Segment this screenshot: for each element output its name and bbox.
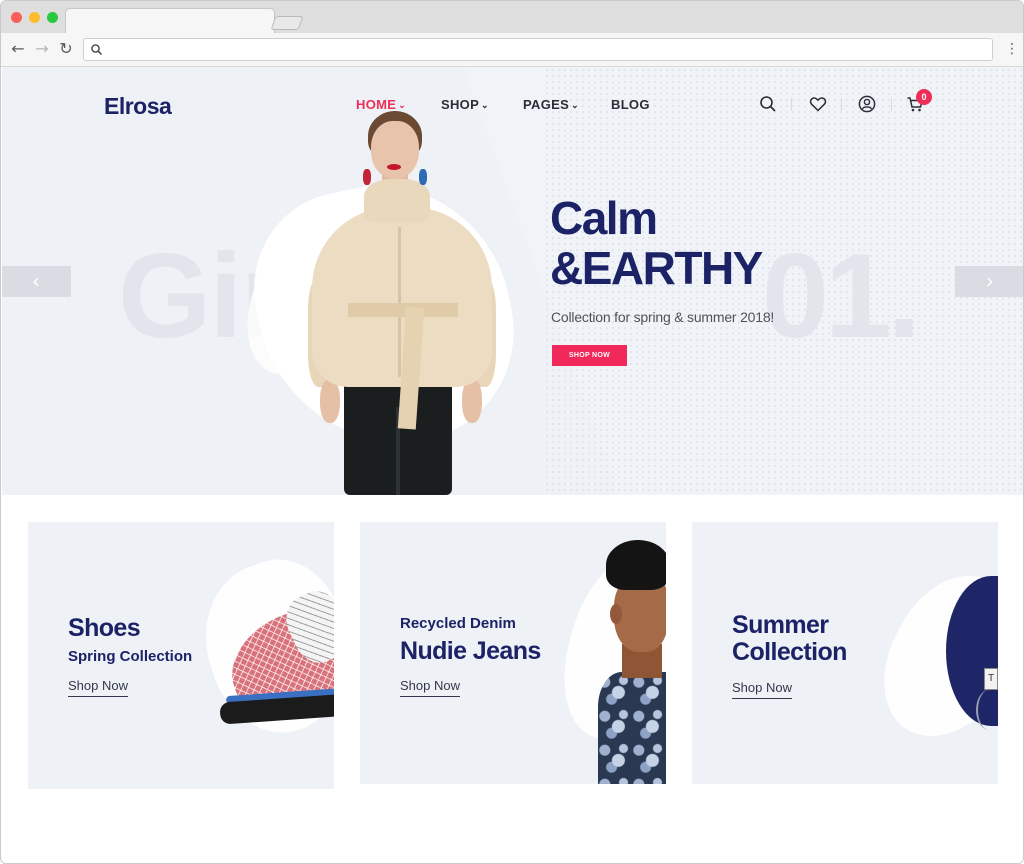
forward-arrow-icon[interactable]: → [33,40,51,58]
nav-label: SHOP [441,97,480,112]
banner-summer[interactable]: T Summer Collection Shop Now [692,522,998,784]
browser-toolbar: ← → ↻ ⋮ [1,33,1023,67]
model-ear [610,604,622,624]
banner-title: Shoes [68,614,141,642]
next-slide-button[interactable]: › [955,266,1023,297]
address-bar[interactable] [83,38,993,61]
shop-now-link[interactable]: Shop Now [732,680,792,699]
back-arrow-icon[interactable]: ← [9,40,27,58]
chevron-down-icon: ⌄ [398,100,407,110]
close-window-button[interactable] [11,12,22,23]
heart-icon[interactable] [809,95,827,113]
hero-title: Calm &EARTHY [550,192,763,294]
banner-overline: Recycled Denim [400,615,516,632]
cart-count-badge: 0 [916,89,932,105]
nav-item-home[interactable]: HOME ⌄ [356,97,406,112]
model-face [371,121,419,179]
sneaker-image [216,582,334,725]
cap-tag: T [984,668,998,690]
user-icon[interactable] [858,95,876,113]
banner-shoes[interactable]: Shoes Spring Collection Shop Now [28,522,334,789]
banner-title-line1: Summer [732,611,829,639]
hero-title-line1: Calm [550,192,658,244]
banner-title-line2: Collection [732,638,847,666]
banner-title: Nudie Jeans [400,637,541,665]
cap-image: T [936,570,998,736]
nav-item-blog[interactable]: BLOG [611,97,650,112]
model-floral-shirt [598,672,666,784]
hero-slider: Gir 01. Elrosa HOME ⌄ SHOP ⌄ PAGES ⌄ BLO… [2,67,1023,495]
kebab-menu-icon[interactable]: ⋮ [1005,40,1019,58]
browser-titlebar [1,1,1023,33]
model-earring [419,169,427,185]
nav-item-pages[interactable]: PAGES ⌄ [523,97,579,112]
model-lips [387,164,401,170]
search-icon[interactable] [759,95,777,113]
chevron-down-icon: ⌄ [481,100,489,110]
page: Gir 01. Elrosa HOME ⌄ SHOP ⌄ PAGES ⌄ BLO… [2,67,1023,863]
hero-subtitle: Collection for spring & summer 2018! [551,309,775,325]
model-collar [364,179,430,223]
previous-slide-button[interactable]: ‹ [2,266,71,297]
nav-label: HOME [356,97,397,112]
header-divider [791,98,792,111]
nav-item-shop[interactable]: SHOP ⌄ [441,97,489,112]
browser-window: ← → ↻ ⋮ Gir 01. Elrosa HOME ⌄ SHOP ⌄ PAG… [0,0,1024,864]
cap-seam [976,690,998,730]
chevron-down-icon: ⌄ [571,100,579,110]
reload-icon[interactable]: ↻ [57,40,75,58]
model-coat-seam [398,227,401,377]
banner-jeans[interactable]: Recycled Denim Nudie Jeans Shop Now [360,522,666,784]
search-icon [91,44,103,56]
model-earring [363,169,371,185]
hero-title-line2: &EARTHY [550,242,763,294]
male-model-image [592,540,666,784]
banner-subtitle: Spring Collection [68,648,193,665]
shop-now-link[interactable]: Shop Now [400,678,460,697]
nav-label: PAGES [523,97,570,112]
model-belt [348,303,458,317]
browser-tab[interactable] [65,8,275,33]
minimize-window-button[interactable] [29,12,40,23]
hero-slide-number: 01. [762,229,921,363]
maximize-window-button[interactable] [47,12,58,23]
model-hand [320,379,340,423]
hero-model-image [302,107,502,495]
header-divider [841,98,842,111]
nav-label: BLOG [611,97,650,112]
model-hair [606,540,666,590]
shop-now-button[interactable]: SHOP NOW [552,345,627,366]
new-tab-button[interactable] [270,16,304,30]
header-divider [891,98,892,111]
shop-now-link[interactable]: Shop Now [68,678,128,697]
site-logo[interactable]: Elrosa [104,93,172,120]
banner-title: Summer Collection [732,612,847,666]
